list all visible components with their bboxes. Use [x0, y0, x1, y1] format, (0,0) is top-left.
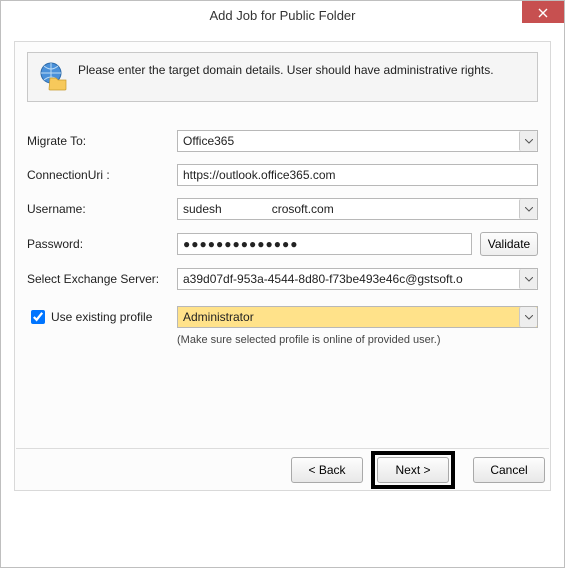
close-icon	[538, 8, 548, 18]
profile-input[interactable]	[177, 306, 538, 328]
validate-button[interactable]: Validate	[480, 232, 538, 256]
chevron-down-icon[interactable]	[519, 307, 537, 327]
connection-uri-label: ConnectionUri :	[27, 168, 177, 182]
username-input[interactable]	[177, 198, 538, 220]
username-label: Username:	[27, 202, 177, 216]
chevron-down-icon[interactable]	[519, 269, 537, 289]
next-highlight-frame: Next >	[371, 451, 455, 489]
username-combo[interactable]	[177, 198, 538, 220]
info-text: Please enter the target domain details. …	[78, 61, 494, 79]
profile-hint: (Make sure selected profile is online of…	[177, 334, 538, 346]
content-area: Please enter the target domain details. …	[2, 31, 563, 501]
window-title: Add Job for Public Folder	[210, 8, 356, 23]
inner-panel: Please enter the target domain details. …	[14, 41, 551, 491]
chevron-down-icon[interactable]	[519, 131, 537, 151]
connection-uri-input[interactable]	[177, 164, 538, 186]
titlebar: Add Job for Public Folder	[1, 1, 564, 31]
use-existing-profile-checkbox[interactable]	[31, 310, 45, 324]
migrate-to-label: Migrate To:	[27, 134, 177, 148]
back-button[interactable]: < Back	[291, 457, 363, 483]
profile-combo[interactable]	[177, 306, 538, 328]
migrate-to-combo[interactable]	[177, 130, 538, 152]
server-label: Select Exchange Server:	[27, 272, 177, 286]
next-button[interactable]: Next >	[377, 457, 449, 483]
password-input[interactable]	[177, 233, 472, 255]
chevron-down-icon[interactable]	[519, 199, 537, 219]
info-box: Please enter the target domain details. …	[27, 52, 538, 102]
form: Migrate To: ConnectionUri : U	[27, 130, 538, 346]
use-existing-profile-label: Use existing profile	[51, 310, 152, 324]
close-button[interactable]	[522, 1, 564, 23]
button-bar: < Back Next > Cancel	[283, 451, 545, 489]
server-combo[interactable]	[177, 268, 538, 290]
migrate-to-input[interactable]	[177, 130, 538, 152]
password-label: Password:	[27, 237, 177, 251]
separator	[16, 448, 549, 449]
globe-folder-icon	[38, 61, 70, 93]
cancel-button[interactable]: Cancel	[473, 457, 545, 483]
dialog-window: Add Job for Public Folder Please enter t…	[0, 0, 565, 568]
server-input[interactable]	[177, 268, 538, 290]
